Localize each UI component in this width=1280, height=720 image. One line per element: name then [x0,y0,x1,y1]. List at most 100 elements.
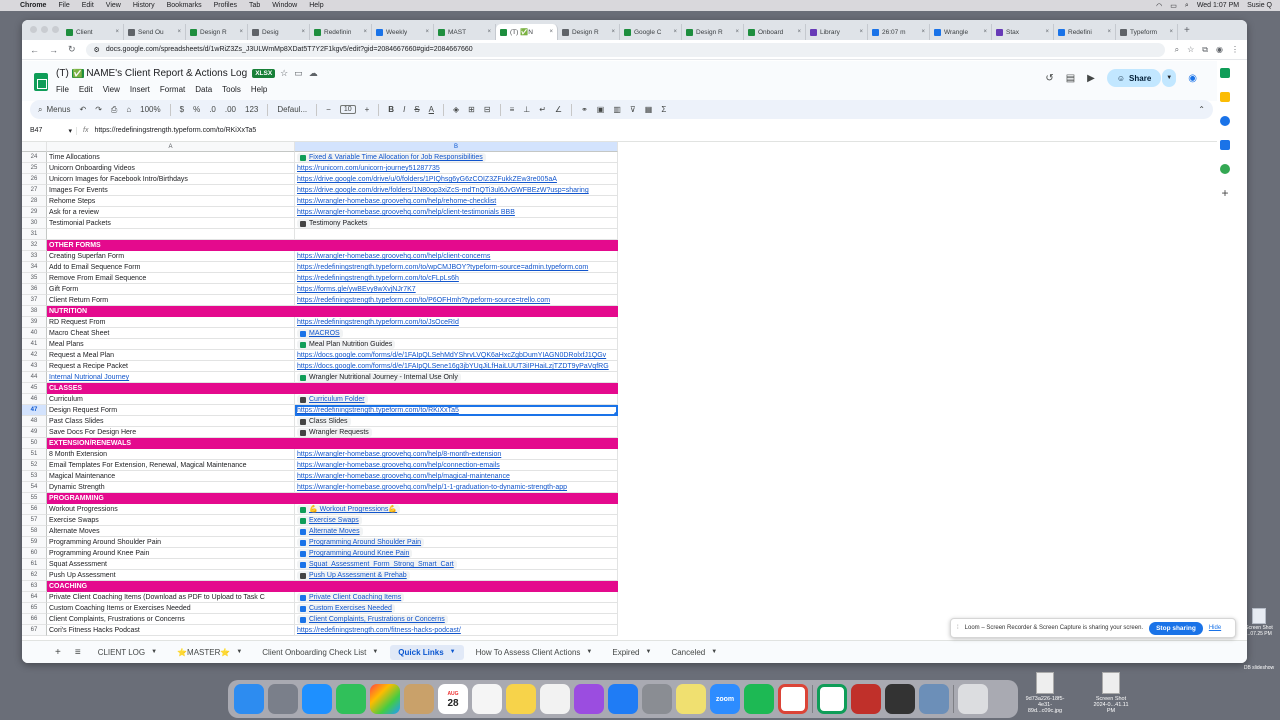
hyperlink[interactable]: https://wrangler-homebase.groovehq.com/h… [297,473,510,480]
printer-icon[interactable] [885,684,915,714]
empty-cell[interactable] [618,339,1212,350]
cell-value[interactable]: Testimony Packets [295,218,618,229]
row-number[interactable]: 29 [22,207,47,218]
cell-value[interactable]: Client Complaints, Frustrations or Conce… [295,614,618,625]
row-number[interactable]: 64 [22,592,47,603]
battery-icon[interactable]: ▭ [1170,2,1177,10]
browser-tab[interactable]: Weekly × [372,24,434,40]
insert-link-icon[interactable]: ⚭ [581,105,588,114]
currency-format-button[interactable]: $ [180,105,184,114]
cell-label[interactable]: Workout Progressions [47,504,295,515]
browser-tab[interactable]: Design R × [186,24,248,40]
row-number[interactable]: 54 [22,482,47,493]
podcasts-icon[interactable] [574,684,604,714]
empty-cell[interactable] [618,460,1212,471]
empty-cell[interactable] [618,537,1212,548]
close-tab-icon[interactable]: × [363,29,367,35]
hyperlink[interactable]: https://wrangler-homebase.groovehq.com/h… [297,198,496,205]
cell-label[interactable]: Gift Form [47,284,295,295]
history-icon[interactable]: ↺ [1045,73,1053,84]
menu-tools[interactable]: Tools [222,85,241,94]
hyperlink[interactable]: https://redefiningstrength.typeform.com/… [297,407,459,414]
empty-cell[interactable] [618,361,1212,372]
close-tab-icon[interactable]: × [735,29,739,35]
row-number[interactable]: 45 [22,383,47,394]
section-title-cell[interactable]: COACHING [47,581,618,592]
section-title-cell[interactable]: NUTRITION [47,306,618,317]
cell-label[interactable]: Remove From Email Sequence [47,273,295,284]
smart-chip[interactable]: Testimony Packets [297,219,371,228]
cell-value[interactable]: https://wrangler-homebase.groovehq.com/h… [295,471,618,482]
cell-label[interactable]: Client Complaints, Frustrations or Conce… [47,614,295,625]
row-number[interactable]: 62 [22,570,47,581]
empty-cell[interactable] [618,438,1212,449]
search-icon[interactable]: ⌕ [1185,2,1189,10]
search-menus[interactable]: ⌕ Menus [38,105,71,115]
cell-value[interactable]: https://wrangler-homebase.groovehq.com/h… [295,207,618,218]
drag-handle-icon[interactable]: ⁞ [957,625,959,631]
smart-chip[interactable]: Squat_Assessment_Form_Strong_Smart_Cart [297,560,457,569]
formula-input[interactable]: https://redefiningstrength.typeform.com/… [94,127,256,134]
row-number[interactable]: 24 [22,152,47,163]
filter-icon[interactable]: ⊽ [630,105,636,114]
cell-label[interactable]: Email Templates For Extension, Renewal, … [47,460,295,471]
cell-label[interactable]: Private Client Coaching Items (Download … [47,592,295,603]
cell-value[interactable]: Push Up Assessment & Prehab [295,570,618,581]
cell-label[interactable]: Custom Coaching Items or Exercises Neede… [47,603,295,614]
wifi-icon[interactable]: ◠ [1156,2,1162,10]
cell-label[interactable]: Meal Plans [47,339,295,350]
cell-label[interactable]: 8 Month Extension [47,449,295,460]
close-tab-icon[interactable]: × [1045,29,1049,35]
select-all-corner[interactable] [22,142,47,152]
section-title-cell[interactable]: OTHER FORMS [47,240,618,251]
browser-tab[interactable]: Client × [62,24,124,40]
cell-label[interactable]: Testimonial Packets [47,218,295,229]
cell-value[interactable]: https://redefiningstrength.typeform.com/… [295,295,618,306]
cell-value[interactable]: https://drive.google.com/drive/u/0/folde… [295,174,618,185]
menubar-bookmarks[interactable]: Bookmarks [167,2,202,9]
spotify-icon[interactable] [744,684,774,714]
hyperlink[interactable]: https://redefiningstrength.typeform.com/… [297,275,459,282]
empty-cell[interactable] [618,372,1212,383]
cell-value[interactable]: Class Slides [295,416,618,427]
close-tab-icon[interactable]: × [859,29,863,35]
row-number[interactable]: 67 [22,625,47,636]
more-menu-icon[interactable]: ⋮ [1231,45,1239,55]
row-number[interactable]: 39 [22,317,47,328]
more-formats-button[interactable]: 123 [245,105,258,114]
empty-cell[interactable] [618,262,1212,273]
smart-chip[interactable]: Wrangler Nutritional Journey - Internal … [297,373,461,382]
sheet-tab[interactable]: Expired ▼ [604,645,659,660]
row-number[interactable]: 43 [22,361,47,372]
zoom-window-button[interactable] [52,26,59,33]
insert-comment-icon[interactable]: ▣ [597,105,605,114]
empty-cell[interactable] [618,295,1212,306]
menubar-window[interactable]: Window [272,2,297,9]
desktop-file-screenshot-2[interactable]: Screen Shot 2024-0...41.11 PM [1091,672,1131,714]
empty-cell[interactable] [618,592,1212,603]
section-title-cell[interactable]: PROGRAMMING [47,493,618,504]
share-button[interactable]: ☺ Share [1106,69,1162,87]
empty-cell[interactable] [618,328,1212,339]
hyperlink[interactable]: https://drive.google.com/drive/folders/1… [297,187,589,194]
empty-cell[interactable] [618,207,1212,218]
cell-label[interactable]: Images For Events [47,185,295,196]
empty-cell[interactable] [618,185,1212,196]
empty-cell[interactable] [618,218,1212,229]
empty-cell[interactable] [618,174,1212,185]
chrome-pwa-icon[interactable] [817,684,847,714]
text-rotation-icon[interactable]: ∠ [555,105,562,114]
row-number[interactable]: 25 [22,163,47,174]
desktop-file-screenshot[interactable]: Screen Shot ...07.25 PM [1242,608,1276,637]
url-text[interactable]: docs.google.com/spreadsheets/d/1wRiZ3Zs_… [106,46,473,53]
row-number[interactable]: 51 [22,449,47,460]
row-number[interactable]: 65 [22,603,47,614]
row-number[interactable]: 63 [22,581,47,592]
app-store-icon[interactable] [608,684,638,714]
browser-tab[interactable]: Wrangle × [930,24,992,40]
smart-chip[interactable]: Push Up Assessment & Prehab [297,571,410,580]
cell-label[interactable]: Magical Maintenance [47,471,295,482]
row-number[interactable]: 66 [22,614,47,625]
cell-label[interactable]: Creating Superfan Form [47,251,295,262]
browser-tab[interactable]: Desig × [248,24,310,40]
